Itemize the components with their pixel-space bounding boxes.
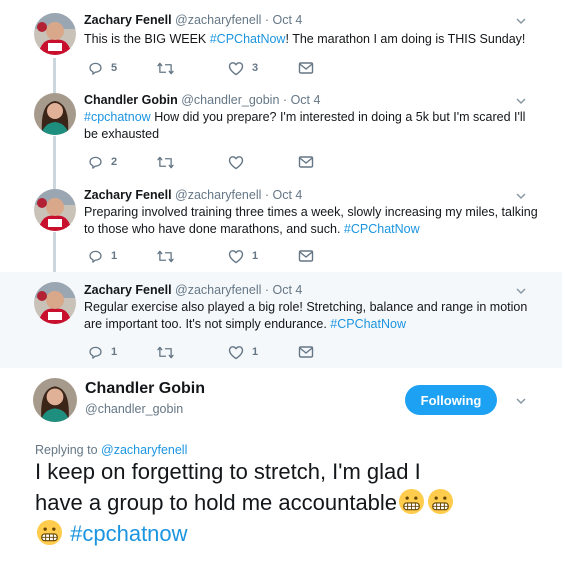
reply-count: 1 — [111, 346, 118, 358]
author-name[interactable]: Chandler Gobin — [85, 380, 205, 398]
grimacing-face-emoji — [36, 519, 63, 546]
following-button[interactable]: Following — [405, 385, 497, 415]
text-segment: How did you prepare? I'm interested in d… — [84, 110, 526, 141]
reply-icon — [89, 62, 102, 75]
reply-button[interactable]: 2 — [88, 154, 117, 170]
heart-icon — [228, 249, 244, 263]
retweet-icon — [157, 156, 174, 168]
retweet-icon — [157, 250, 174, 262]
chevron-down-icon[interactable] — [516, 96, 526, 106]
envelope-icon — [298, 62, 314, 74]
reply-count: 2 — [111, 156, 118, 168]
chevron-down-icon[interactable] — [516, 191, 526, 201]
tweet-date[interactable]: Oct 4 — [273, 188, 303, 202]
message-button[interactable] — [298, 60, 314, 76]
tweet-text: This is the BIG WEEK #CPChatNow! The mar… — [84, 31, 539, 48]
thread-tweet[interactable]: Chandler Gobin @chandler_gobin · Oct 4 #… — [0, 90, 562, 180]
tweet-date[interactable]: Oct 4 — [273, 283, 303, 297]
replying-to: Replying to @zacharyfenell — [35, 443, 187, 457]
envelope-icon — [298, 346, 314, 358]
thread-tweet[interactable]: Zachary Fenell @zacharyfenell · Oct 4 Re… — [0, 272, 562, 368]
reply-button[interactable]: 5 — [88, 60, 117, 76]
hashtag-link[interactable]: #cpchatnow — [84, 110, 151, 124]
replying-to-link[interactable]: @zacharyfenell — [101, 443, 187, 457]
grimacing-face-emoji — [399, 488, 425, 515]
separator: · — [264, 13, 270, 27]
text-segment: ! The marathon I am doing is THIS Sunday… — [285, 32, 526, 46]
avatar[interactable] — [34, 93, 76, 135]
like-count: 3 — [252, 62, 259, 74]
author-handle[interactable]: @chandler_gobin — [181, 93, 279, 107]
avatar[interactable] — [34, 282, 76, 324]
separator: · — [282, 93, 288, 107]
hashtag-link[interactable]: #CPChatNow — [330, 317, 406, 331]
like-count: 1 — [252, 250, 259, 262]
heart-icon — [228, 345, 244, 359]
envelope-icon — [298, 156, 314, 168]
author-handle[interactable]: @zacharyfenell — [175, 13, 261, 27]
hashtag-link[interactable]: #CPChatNow — [210, 32, 286, 46]
author-name[interactable]: Chandler Gobin — [84, 93, 178, 107]
retweet-icon — [157, 346, 174, 358]
message-button[interactable] — [298, 154, 314, 170]
retweet-button[interactable] — [157, 248, 182, 264]
avatar[interactable] — [34, 13, 76, 55]
author-name[interactable]: Zachary Fenell — [84, 283, 172, 297]
text-line: have a group to hold me accountable — [35, 490, 398, 515]
reply-button[interactable]: 1 — [88, 344, 117, 360]
tweet-date[interactable]: Oct 4 — [273, 13, 303, 27]
separator: · — [264, 188, 270, 202]
author-handle[interactable]: @zacharyfenell — [175, 188, 261, 202]
author-handle[interactable]: @zacharyfenell — [175, 283, 261, 297]
author-handle[interactable]: @chandler_gobin — [85, 402, 183, 416]
reply-count: 1 — [111, 250, 118, 262]
main-tweet-text: I keep on forgetting to stretch, I'm gla… — [35, 456, 535, 549]
retweet-button[interactable] — [157, 344, 182, 360]
envelope-icon — [298, 250, 314, 262]
avatar[interactable] — [34, 189, 76, 231]
message-button[interactable] — [298, 248, 314, 264]
text-segment: This is the BIG WEEK — [84, 32, 210, 46]
tweet-text: Preparing involved training three times … — [84, 204, 539, 238]
text-line: I keep on forgetting to stretch, I'm gla… — [35, 459, 421, 484]
retweet-button[interactable] — [157, 60, 182, 76]
reply-icon — [89, 250, 102, 263]
text-segment: Preparing involved training three times … — [84, 205, 538, 236]
like-button[interactable]: 3 — [228, 60, 258, 76]
thread-tweet[interactable]: Zachary Fenell @zacharyfenell · Oct 4 Th… — [0, 0, 562, 90]
reply-button[interactable]: 1 — [88, 248, 117, 264]
tweet-text: #cpchatnow How did you prepare? I'm inte… — [84, 109, 539, 143]
chevron-down-icon[interactable] — [516, 286, 526, 296]
tweet-text: Regular exercise also played a big role!… — [84, 299, 539, 333]
reply-count: 5 — [111, 62, 118, 74]
retweet-button[interactable] — [157, 154, 182, 170]
chevron-down-icon[interactable] — [516, 396, 526, 406]
replying-prefix: Replying to — [35, 443, 102, 457]
reply-icon — [89, 346, 102, 359]
separator: · — [264, 283, 270, 297]
retweet-icon — [157, 62, 174, 74]
reply-icon — [89, 156, 102, 169]
author-name[interactable]: Zachary Fenell — [84, 13, 172, 27]
hashtag-link[interactable]: #cpchatnow — [70, 521, 187, 546]
heart-icon — [228, 61, 244, 75]
thread-tweet[interactable]: Zachary Fenell @zacharyfenell · Oct 4 Pr… — [0, 180, 562, 272]
like-button[interactable]: 1 — [228, 248, 258, 264]
tweet-date[interactable]: Oct 4 — [291, 93, 321, 107]
like-button[interactable]: 1 — [228, 344, 258, 360]
grimacing-face-emoji — [428, 488, 454, 515]
chevron-down-icon[interactable] — [516, 16, 526, 26]
like-count: 1 — [252, 346, 259, 358]
hashtag-link[interactable]: #CPChatNow — [344, 222, 420, 236]
avatar[interactable] — [33, 378, 77, 422]
message-button[interactable] — [298, 344, 314, 360]
like-button[interactable] — [228, 154, 252, 170]
author-name[interactable]: Zachary Fenell — [84, 188, 172, 202]
text-segment: Regular exercise also played a big role!… — [84, 300, 528, 331]
heart-icon — [228, 155, 244, 169]
